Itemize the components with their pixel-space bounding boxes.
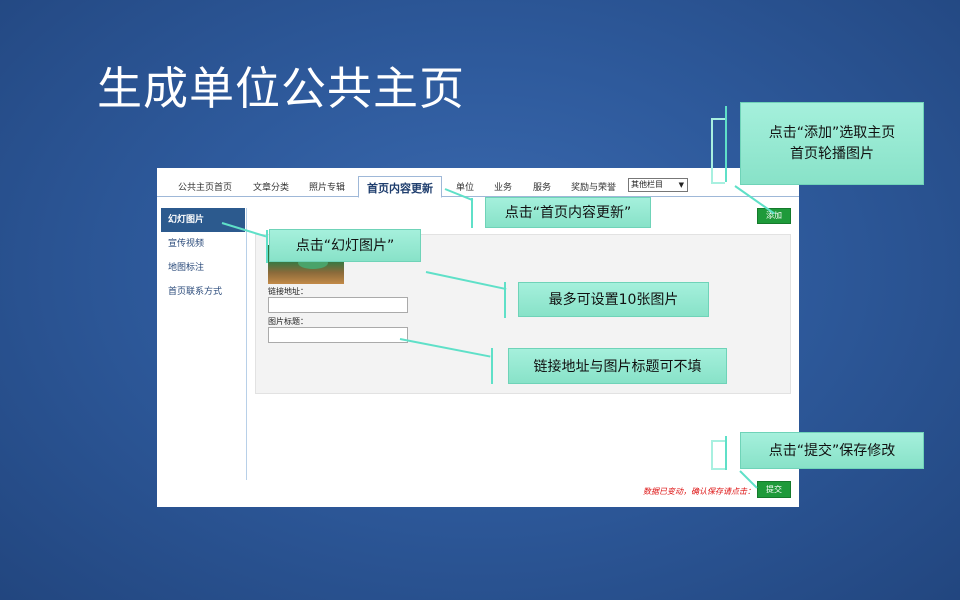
tab-public-home[interactable]: 公共主页首页 bbox=[178, 180, 232, 193]
unsaved-warning: 数据已变动，确认保存请点击： bbox=[643, 487, 755, 496]
tab-article-categories[interactable]: 文章分类 bbox=[253, 180, 289, 193]
tab-business[interactable]: 业务 bbox=[494, 180, 512, 193]
callout-optional-fields: 链接地址与图片标题可不填 bbox=[508, 348, 727, 384]
slide-title: 生成单位公共主页 bbox=[97, 62, 466, 115]
callout-add: 点击“添加”选取主页 首页轮播图片 bbox=[740, 102, 924, 185]
callout-add-line2: 首页轮播图片 bbox=[790, 146, 874, 162]
callout-max-images: 最多可设置10张图片 bbox=[518, 282, 709, 317]
tab-photo-albums[interactable]: 照片专辑 bbox=[309, 180, 345, 193]
tab-unit[interactable]: 单位 bbox=[456, 180, 474, 193]
chevron-down-icon: ▼ bbox=[678, 181, 684, 189]
link-label: 链接地址： bbox=[268, 287, 308, 296]
callout-add-bracket bbox=[711, 118, 725, 184]
callout-submit-connector bbox=[725, 436, 727, 470]
sidebar-item-slides[interactable]: 幻灯图片 bbox=[161, 208, 245, 232]
submit-button[interactable]: 提交 bbox=[757, 481, 791, 498]
callout-update-vline bbox=[471, 198, 473, 228]
callout-add-line1: 点击“添加”选取主页 bbox=[768, 125, 896, 141]
add-button[interactable]: 添加 bbox=[757, 208, 791, 224]
sidebar-item-contact[interactable]: 首页联系方式 bbox=[161, 280, 245, 304]
other-sections-select[interactable]: 其他栏目 ▼ bbox=[628, 178, 688, 192]
callout-slide-image: 点击“幻灯图片” bbox=[269, 229, 421, 262]
sidebar: 幻灯图片 宣传视频 地图标注 首页联系方式 bbox=[161, 208, 245, 304]
sidebar-item-video[interactable]: 宣传视频 bbox=[161, 232, 245, 256]
title-input[interactable] bbox=[268, 327, 408, 343]
tab-services[interactable]: 服务 bbox=[533, 180, 551, 193]
sidebar-item-map[interactable]: 地图标注 bbox=[161, 256, 245, 280]
ui-screenshot-panel: 公共主页首页 文章分类 照片专辑 首页内容更新 单位 业务 服务 奖励与荣誉 其… bbox=[157, 168, 799, 507]
callout-update-tab: 点击“首页内容更新” bbox=[485, 197, 651, 228]
tab-awards[interactable]: 奖励与荣誉 bbox=[571, 180, 616, 193]
sidebar-divider bbox=[246, 208, 247, 480]
tab-bar: 公共主页首页 文章分类 照片专辑 首页内容更新 单位 业务 服务 奖励与荣誉 其… bbox=[157, 168, 799, 198]
callout-submit-bracket bbox=[711, 440, 725, 470]
callout-submit: 点击“提交”保存修改 bbox=[740, 432, 924, 469]
link-input[interactable] bbox=[268, 297, 408, 313]
select-value: 其他栏目 bbox=[631, 180, 663, 189]
tab-homepage-update[interactable]: 首页内容更新 bbox=[358, 176, 442, 198]
callout-add-connector bbox=[725, 106, 727, 182]
title-label: 图片标题： bbox=[268, 317, 308, 326]
callout-optional-vline bbox=[491, 348, 493, 384]
